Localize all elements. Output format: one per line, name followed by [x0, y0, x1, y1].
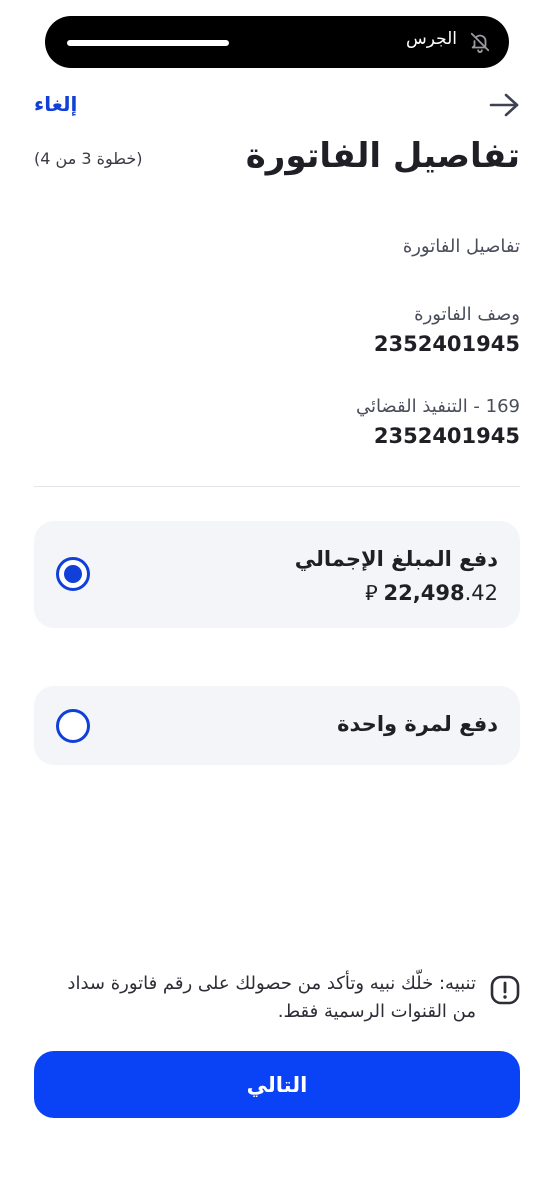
option-full-amount[interactable]: دفع المبلغ الإجمالي ⃁ 22,498.42 — [34, 521, 520, 628]
silent-mode-label: الجرس — [405, 29, 457, 49]
warning-icon — [490, 975, 520, 1005]
radio-selected[interactable] — [56, 557, 90, 591]
option-title: دفع المبلغ الإجمالي — [294, 547, 498, 571]
option-one-time[interactable]: دفع لمرة واحدة — [34, 686, 520, 765]
amount-decimal: .42 — [464, 580, 498, 605]
divider — [34, 486, 520, 487]
option-amount: ⃁ 22,498.42 — [365, 579, 498, 606]
back-arrow-icon[interactable] — [488, 92, 520, 118]
option-title: دفع لمرة واحدة — [337, 712, 498, 736]
invoice-description-label: وصف الفاتورة — [414, 304, 520, 325]
invoice-description-value: 2352401945 — [373, 332, 520, 356]
biller-label: 169 - التنفيذ القضائي — [355, 396, 520, 417]
warning-text: تنبيه: خلّك نبيه وتأكد من حصولك على رقم … — [67, 973, 476, 1022]
status-island: الجرس — [45, 16, 509, 68]
next-button[interactable]: التالي — [34, 1051, 520, 1118]
amount-integer: 22,498 — [383, 580, 465, 605]
currency-symbol: ⃁ — [365, 581, 378, 605]
biller-value: 2352401945 — [373, 424, 520, 448]
step-indicator: (خطوة 3 من 4) — [34, 149, 143, 168]
bell-off-icon — [469, 31, 491, 53]
activity-bar — [67, 40, 229, 46]
radio-unselected[interactable] — [56, 709, 90, 743]
page-title: تفاصيل الفاتورة — [245, 136, 520, 176]
invoice-details-screen: الجرس إلغاء تفاصيل الفاتورة (خطوة 3 من 4… — [0, 0, 554, 1200]
cancel-link[interactable]: إلغاء — [34, 92, 77, 116]
details-heading: تفاصيل الفاتورة — [402, 236, 520, 257]
